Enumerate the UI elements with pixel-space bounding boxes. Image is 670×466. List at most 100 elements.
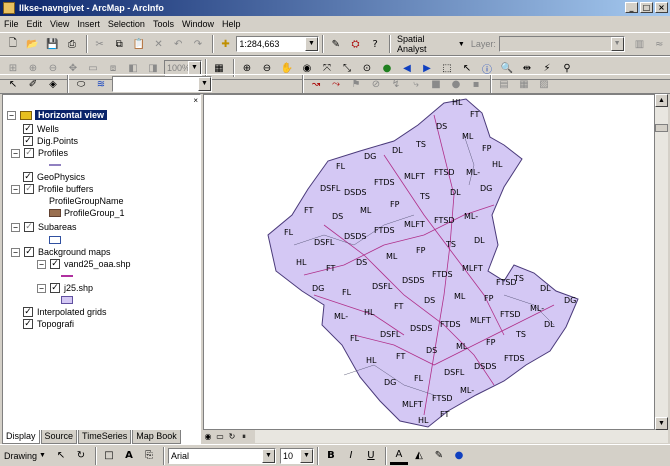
collapse-toggle[interactable]: − bbox=[7, 110, 16, 120]
layout-view-icon[interactable]: ▭ bbox=[215, 432, 225, 442]
menu-edit[interactable]: Edit bbox=[27, 19, 43, 29]
layer-dig-points[interactable]: Dig.Points bbox=[37, 136, 78, 146]
save-icon[interactable]: 💾 bbox=[43, 35, 61, 53]
editor-icon[interactable]: ✎ bbox=[327, 35, 345, 53]
open-icon[interactable]: 📂 bbox=[24, 35, 42, 53]
text-icon[interactable]: A bbox=[120, 447, 138, 465]
layer-subareas[interactable]: Subareas bbox=[38, 222, 77, 232]
layer-background-maps[interactable]: Background maps bbox=[38, 247, 111, 257]
marker-color-icon[interactable]: ● bbox=[450, 447, 468, 465]
cut-icon[interactable]: ✂ bbox=[91, 35, 109, 53]
tab-source[interactable]: Source bbox=[40, 430, 78, 444]
layer-vand25[interactable]: vand25_oaa.shp bbox=[64, 259, 131, 269]
layer-geophysics[interactable]: GeoPhysics bbox=[37, 172, 85, 182]
italic-icon[interactable]: I bbox=[342, 447, 360, 465]
whats-this-icon[interactable]: ? bbox=[366, 35, 384, 53]
map-canvas[interactable]: HLFTDSMLFPTSDLDGFLDSFL DSDSFTDSMLFT FTSD ML… bbox=[204, 95, 655, 430]
background-maps-checkbox[interactable]: ✓ bbox=[24, 247, 34, 257]
wells-checkbox[interactable]: ✓ bbox=[23, 124, 33, 134]
menu-insert[interactable]: Insert bbox=[77, 19, 100, 29]
layer-profile-buffers[interactable]: Profile buffers bbox=[38, 184, 93, 194]
menu-window[interactable]: Window bbox=[182, 19, 214, 29]
expand-toggle[interactable]: − bbox=[11, 247, 20, 257]
redo-icon[interactable]: ↷ bbox=[189, 35, 207, 53]
geophysics-checkbox[interactable]: ✓ bbox=[23, 172, 33, 182]
table-icon[interactable]: ▤ bbox=[495, 75, 513, 93]
layer-wells[interactable]: Wells bbox=[37, 124, 59, 134]
menu-help[interactable]: Help bbox=[222, 19, 241, 29]
profiles-checkbox[interactable]: ✓ bbox=[24, 148, 34, 158]
topografi-checkbox[interactable]: ✓ bbox=[23, 319, 33, 329]
subareas-checkbox[interactable]: ✓ bbox=[24, 222, 34, 232]
network-icon[interactable]: ⤳ bbox=[327, 75, 345, 93]
georef-icon[interactable]: ⬭ bbox=[72, 75, 90, 93]
barrier-icon[interactable]: ⊘ bbox=[367, 75, 385, 93]
spatial-analyst-menu[interactable]: Spatial Analyst bbox=[397, 34, 455, 54]
map-view[interactable]: HL FT DS ML FP TS DL DG FL DSFL DSDS FTDS MLFT FTSD ML… bbox=[203, 94, 655, 430]
flag-icon[interactable]: ⚑ bbox=[347, 75, 365, 93]
dig-points-checkbox[interactable]: ✓ bbox=[23, 136, 33, 146]
menu-view[interactable]: View bbox=[50, 19, 69, 29]
data-view-icon[interactable]: ◉ bbox=[203, 432, 213, 442]
arrow-tool-icon[interactable]: ↖ bbox=[4, 75, 22, 93]
solve-icon[interactable]: ↯ bbox=[387, 75, 405, 93]
refresh-icon[interactable]: ↻ bbox=[227, 432, 237, 442]
tab-timeseries[interactable]: TimeSeries bbox=[78, 430, 132, 444]
interpolated-grids-checkbox[interactable]: ✓ bbox=[23, 307, 33, 317]
print-icon[interactable]: ⎙ bbox=[63, 35, 81, 53]
layer-profiles[interactable]: Profiles bbox=[38, 148, 68, 158]
fill-color-icon[interactable]: ◭ bbox=[410, 447, 428, 465]
close-icon[interactable]: × bbox=[193, 96, 198, 105]
tab-map-book[interactable]: Map Book bbox=[132, 430, 181, 444]
expand-toggle[interactable]: − bbox=[37, 283, 46, 293]
circle-icon[interactable]: ● bbox=[447, 75, 465, 93]
scroll-up-button[interactable]: ▲ bbox=[655, 94, 668, 107]
data-frame-label[interactable]: Horizontal view bbox=[35, 110, 108, 120]
menu-selection[interactable]: Selection bbox=[108, 19, 145, 29]
copy-icon[interactable]: ⧉ bbox=[110, 35, 128, 53]
expand-toggle[interactable]: − bbox=[11, 222, 20, 232]
stop-icon[interactable]: ■ bbox=[427, 75, 445, 93]
select-elements-icon[interactable]: ↖ bbox=[52, 447, 70, 465]
minimize-button[interactable]: _ bbox=[625, 2, 638, 13]
square-icon[interactable]: ▪ bbox=[467, 75, 485, 93]
report-icon[interactable]: ▨ bbox=[535, 75, 553, 93]
scroll-thumb[interactable] bbox=[655, 124, 668, 132]
vand25-checkbox[interactable]: ✓ bbox=[50, 259, 60, 269]
paste-icon[interactable]: 📋 bbox=[130, 35, 148, 53]
histogram-icon[interactable]: ▥ bbox=[631, 35, 649, 53]
new-icon[interactable]: 🗋 bbox=[4, 35, 22, 53]
scroll-down-button[interactable]: ▼ bbox=[655, 417, 668, 430]
expand-toggle[interactable]: − bbox=[11, 184, 20, 194]
bold-icon[interactable]: B bbox=[322, 447, 340, 465]
tab-display[interactable]: Display bbox=[2, 430, 40, 444]
route-icon[interactable]: ⤷ bbox=[407, 75, 425, 93]
layer-combo[interactable]: ▼ bbox=[498, 36, 625, 52]
font-color-icon[interactable]: A bbox=[389, 447, 408, 465]
expand-toggle[interactable]: − bbox=[11, 148, 20, 158]
spatial-icon[interactable]: ≈ bbox=[650, 35, 668, 53]
layer-topografi[interactable]: Topografi bbox=[37, 319, 74, 329]
undo-icon[interactable]: ↶ bbox=[169, 35, 187, 53]
hydro-icon[interactable]: ≋ bbox=[92, 75, 110, 93]
map-vertical-scrollbar[interactable]: ▲ ▼ bbox=[655, 94, 668, 430]
line-color-icon[interactable]: ✎ bbox=[430, 447, 448, 465]
layer-tool-icon[interactable]: ◈ bbox=[44, 75, 62, 93]
drawing-menu[interactable]: Drawing bbox=[4, 451, 37, 461]
callout-icon[interactable]: ⎘ bbox=[140, 447, 158, 465]
font-size-combo[interactable]: 10 ▼ bbox=[279, 447, 314, 464]
expand-toggle[interactable]: − bbox=[37, 259, 46, 269]
trace-icon[interactable]: ↝ bbox=[307, 75, 325, 93]
grid-icon[interactable]: ▦ bbox=[515, 75, 533, 93]
tool-combo[interactable]: ▼ bbox=[112, 76, 212, 92]
scale-combo[interactable]: 1:284,663 ▼ bbox=[236, 36, 319, 52]
map-horizontal-scrollbar[interactable]: ◉ ▭ ↻ ⏸ bbox=[203, 430, 668, 443]
underline-icon[interactable]: U bbox=[362, 447, 380, 465]
maximize-button[interactable]: □ bbox=[640, 2, 653, 13]
menu-tools[interactable]: Tools bbox=[153, 19, 174, 29]
arctoolbox-icon[interactable]: ⛭ bbox=[347, 35, 365, 53]
font-name-combo[interactable]: Arial ▼ bbox=[167, 447, 276, 464]
close-button[interactable]: × bbox=[655, 2, 668, 13]
rectangle-icon[interactable]: □ bbox=[100, 447, 118, 465]
rotate-icon[interactable]: ↻ bbox=[72, 447, 90, 465]
